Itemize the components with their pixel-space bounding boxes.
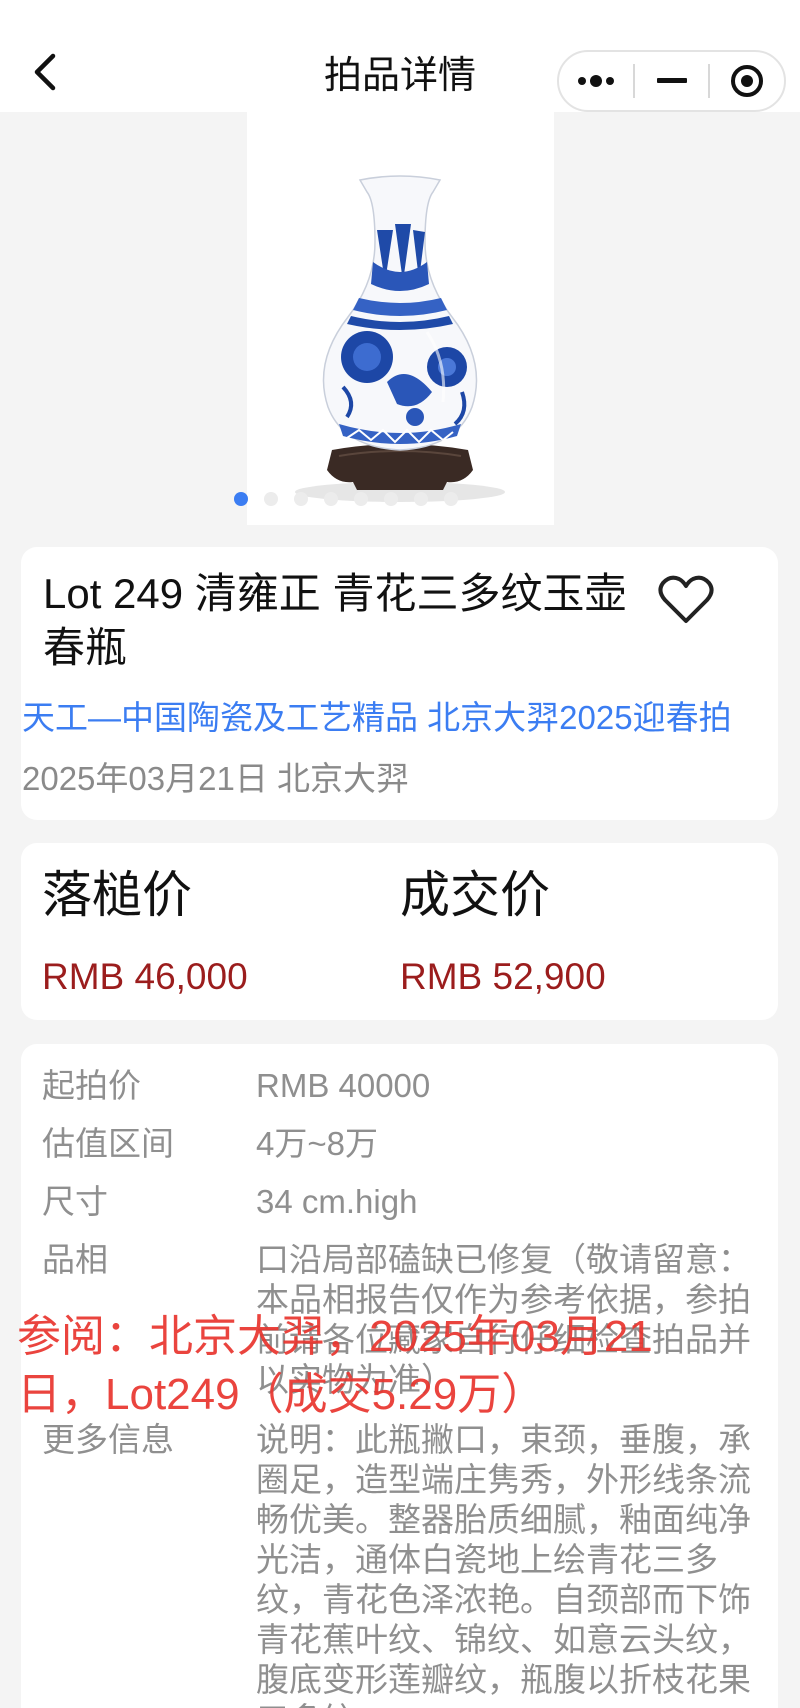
hammer-price-value: RMB 46,000 <box>42 956 248 997</box>
app-root: 拍品详情 Lot 249 清雍正 青花三多纹玉壶春瓶 天工—中国陶瓷及工艺精品 … <box>0 0 800 1708</box>
detail-label-size: 尺寸 <box>42 1183 108 1220</box>
mini-program-capsule <box>557 50 786 112</box>
detail-label-start-price: 起拍价 <box>42 1067 141 1104</box>
detail-value-condition: 口沿局部磕缺已修复（敬请留意：本品相报告仅作为参考依据，参拍前请各位藏家自行仔细… <box>256 1241 751 1398</box>
detail-label-condition: 品相 <box>42 1241 108 1278</box>
carousel-dot[interactable] <box>234 492 248 506</box>
detail-value-size: 34 cm.high <box>256 1183 418 1220</box>
more-dots-icon <box>577 75 614 87</box>
detail-value-more-info: 说明：此瓶撇口，束颈，垂腹，承圈足，造型端庄隽秀，外形线条流畅优美。整器胎质细腻… <box>256 1421 751 1708</box>
carousel-dot[interactable] <box>294 492 308 506</box>
final-price-value: RMB 52,900 <box>400 956 606 997</box>
detail-label-more-info: 更多信息 <box>42 1421 174 1458</box>
carousel-dot[interactable] <box>354 492 368 506</box>
detail-value-start-price: RMB 40000 <box>256 1067 431 1104</box>
target-close-icon <box>731 65 764 97</box>
hammer-price-label: 落槌价 <box>42 867 192 923</box>
lot-image-carousel[interactable] <box>247 112 554 525</box>
more-button[interactable] <box>559 52 633 110</box>
heart-outline-icon <box>658 575 714 623</box>
carousel-dot[interactable] <box>414 492 428 506</box>
vase-image <box>295 175 505 502</box>
carousel-dot[interactable] <box>264 492 278 506</box>
detail-value-estimate: 4万~8万 <box>256 1125 378 1162</box>
carousel-dot[interactable] <box>444 492 458 506</box>
favorite-button[interactable] <box>656 570 716 630</box>
carousel-dot[interactable] <box>384 492 398 506</box>
nav-bar: 拍品详情 <box>0 0 800 112</box>
sale-name-link[interactable]: 天工—中国陶瓷及工艺精品 北京大羿2025迎春拍 <box>22 696 732 740</box>
final-price-label: 成交价 <box>400 867 550 923</box>
close-button[interactable] <box>710 52 784 110</box>
minimize-button[interactable] <box>635 52 709 110</box>
minimize-icon <box>656 78 687 83</box>
carousel-indicator[interactable] <box>234 491 458 507</box>
detail-label-estimate: 估值区间 <box>42 1125 174 1162</box>
sale-date: 2025年03月21日 北京大羿 <box>22 760 409 797</box>
lot-title: Lot 249 清雍正 青花三多纹玉壶春瓶 <box>43 570 627 671</box>
carousel-dot[interactable] <box>324 492 338 506</box>
